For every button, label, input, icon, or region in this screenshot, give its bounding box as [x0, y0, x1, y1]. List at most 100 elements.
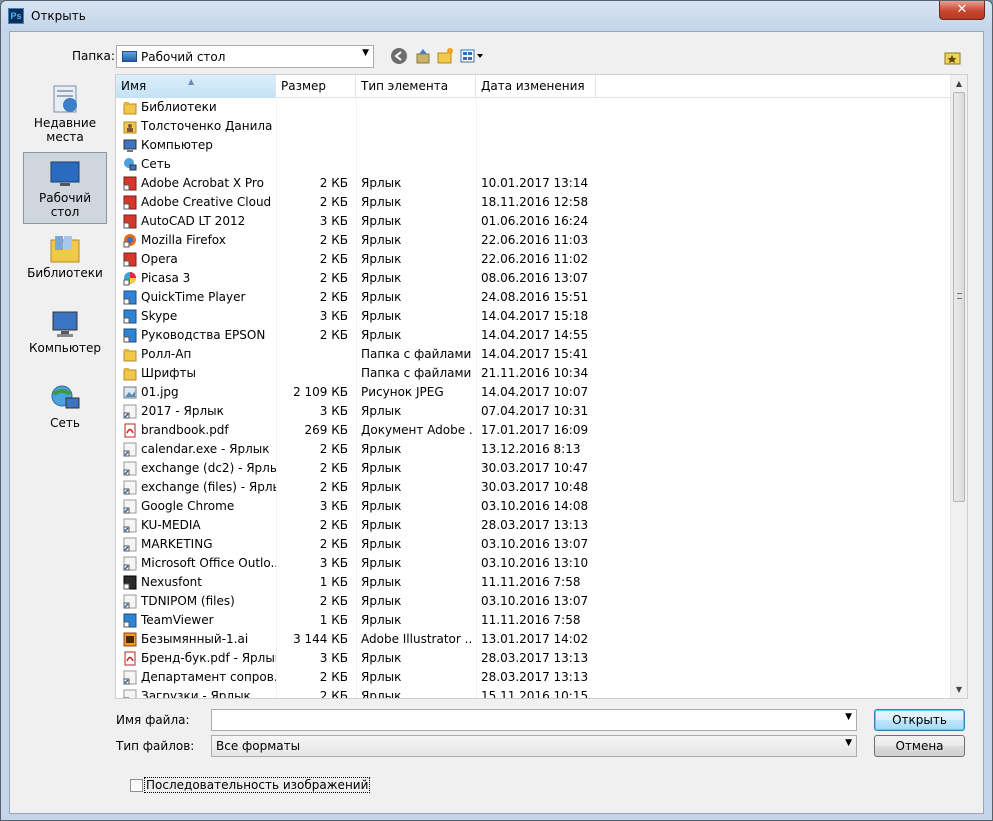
file-row[interactable]: Skype 3 КБ Ярлык 14.04.2017 15:18	[116, 307, 951, 326]
place-recent[interactable]: Недавние места	[23, 78, 107, 150]
file-name: Департамент сопров...	[141, 670, 276, 684]
shortcut-file-icon	[123, 670, 137, 685]
open-button[interactable]: Открыть	[874, 709, 965, 731]
scroll-down-icon[interactable]: ▼	[951, 681, 967, 698]
column-header-size[interactable]: Размер	[276, 75, 356, 98]
sequence-checkbox-label[interactable]: Последовательность изображений	[144, 777, 371, 793]
file-row[interactable]: exchange (files) - Ярлык 2 КБ Ярлык 30.03.2…	[116, 478, 951, 497]
file-row[interactable]: Nexusfont 1 КБ Ярлык 11.11.2016 7:58	[116, 573, 951, 592]
file-row[interactable]: 2017 - Ярлык 3 КБ Ярлык 07.04.2017 10:31	[116, 402, 951, 421]
file-name: 01.jpg	[141, 385, 179, 399]
file-date: 11.11.2016 7:58	[481, 575, 581, 589]
file-date: 30.03.2017 10:47	[481, 461, 589, 475]
file-row[interactable]: Adobe Acrobat X Pro 2 КБ Ярлык 10.01.2017 1…	[116, 174, 951, 193]
file-row[interactable]: Opera 2 КБ Ярлык 22.06.2016 11:02	[116, 250, 951, 269]
file-row[interactable]: Ролл-Ап Папка с файлами 14.04.2017 15:41	[116, 345, 951, 364]
file-size: 3 КБ	[319, 556, 348, 570]
file-date: 28.03.2017 13:13	[481, 670, 589, 684]
column-header-date[interactable]: Дата изменения	[476, 75, 596, 98]
place-network[interactable]: Сеть	[23, 378, 107, 450]
file-list[interactable]: ▲ Имя Размер Тип элемента Дата изменения…	[115, 74, 968, 699]
filetype-select[interactable]: Все форматы ▼	[211, 735, 857, 757]
file-row[interactable]: Руководства EPSON 2 КБ Ярлык 14.04.2017 14:…	[116, 326, 951, 345]
folder-value: Рабочий стол	[141, 50, 226, 64]
cancel-button[interactable]: Отмена	[874, 735, 965, 757]
file-row[interactable]: exchange (dc2) - Ярлык 2 КБ Ярлык 30.03.201…	[116, 459, 951, 478]
file-row[interactable]: Безымянный-1.ai 3 144 КБ Adobe Illustrator…	[116, 630, 951, 649]
libraries-icon	[48, 234, 82, 264]
chevron-down-icon: ▼	[845, 738, 852, 748]
folder-file-icon	[123, 366, 137, 381]
up-folder-icon[interactable]	[414, 47, 432, 65]
file-row[interactable]: Mozilla Firefox 2 КБ Ярлык 22.06.2016 11:03	[116, 231, 951, 250]
file-row[interactable]: 01.jpg 2 109 КБ Рисунок JPEG 14.04.2017 10:…	[116, 383, 951, 402]
blue-file-icon	[123, 290, 137, 305]
blue-file-icon	[123, 613, 137, 628]
file-row[interactable]: AutoCAD LT 2012 3 КБ Ярлык 01.06.2016 16:24	[116, 212, 951, 231]
file-row[interactable]: brandbook.pdf 269 КБ Документ Adobe ... 17.…	[116, 421, 951, 440]
file-size: 2 КБ	[319, 176, 348, 190]
file-name: Picasa 3	[141, 271, 191, 285]
desktop-icon	[48, 159, 82, 189]
file-name: Безымянный-1.ai	[141, 632, 249, 646]
vertical-scrollbar[interactable]: ▲ ▼	[950, 75, 967, 698]
file-name: Microsoft Office Outlo...	[141, 556, 276, 570]
multi-file-icon	[123, 271, 137, 286]
sequence-checkbox[interactable]	[130, 779, 143, 792]
file-name: Руководства EPSON	[141, 328, 266, 342]
file-name: exchange (files) - Ярлык	[141, 480, 276, 494]
file-date: 14.04.2017 15:18	[481, 309, 589, 323]
filename-combobox[interactable]: ▼	[211, 709, 857, 731]
file-row[interactable]: Picasa 3 2 КБ Ярлык 08.06.2016 13:07	[116, 269, 951, 288]
user-file-icon	[123, 119, 137, 134]
scroll-thumb[interactable]	[953, 92, 965, 502]
file-type: Ярлык	[361, 461, 402, 475]
desktop-icon	[122, 51, 137, 62]
file-row[interactable]: TeamViewer 1 КБ Ярлык 11.11.2016 7:58	[116, 611, 951, 630]
file-size: 2 КБ	[319, 518, 348, 532]
file-row[interactable]: Департамент сопров... 2 КБ Ярлык 28.03.2017…	[116, 668, 951, 687]
file-row[interactable]: Компьютер	[116, 136, 951, 155]
file-size: 3 КБ	[319, 404, 348, 418]
file-row[interactable]: Шрифты Папка с файлами 21.11.2016 10:34	[116, 364, 951, 383]
file-row[interactable]: Сеть	[116, 155, 951, 174]
column-header-row: ▲ Имя Размер Тип элемента Дата изменения	[116, 75, 951, 98]
file-row[interactable]: calendar.exe - Ярлык 2 КБ Ярлык 13.12.2016 …	[116, 440, 951, 459]
file-name: TeamViewer	[141, 613, 214, 627]
chevron-down-icon: ▼	[845, 712, 852, 722]
scroll-up-icon[interactable]: ▲	[951, 75, 967, 92]
title-bar[interactable]: Ps Открыть ✕	[1, 1, 992, 31]
file-type: Ярлык	[361, 442, 402, 456]
column-header-type[interactable]: Тип элемента	[356, 75, 476, 98]
file-row[interactable]: KU-MEDIA 2 КБ Ярлык 28.03.2017 13:13	[116, 516, 951, 535]
file-size: 2 КБ	[319, 195, 348, 209]
file-name: AutoCAD LT 2012	[141, 214, 246, 228]
new-folder-icon[interactable]	[436, 47, 454, 65]
file-rows: Библиотеки Толсточенко Данила ... Компьюте…	[116, 98, 951, 698]
file-name: QuickTime Player	[141, 290, 246, 304]
back-arrow-icon[interactable]	[390, 47, 408, 65]
file-row[interactable]: MARKETING 2 КБ Ярлык 03.10.2016 13:07	[116, 535, 951, 554]
file-row[interactable]: TDNIPOM (files) 2 КБ Ярлык 03.10.2016 13:07	[116, 592, 951, 611]
place-desktop[interactable]: Рабочий стол	[23, 152, 107, 224]
place-computer[interactable]: Компьютер	[23, 303, 107, 375]
close-button[interactable]: ✕	[939, 1, 985, 20]
file-row[interactable]: Microsoft Office Outlo... 3 КБ Ярлык 03.10.…	[116, 554, 951, 573]
file-row[interactable]: Бренд-бук.pdf - Ярлык 3 КБ Ярлык 28.03.2017…	[116, 649, 951, 668]
file-row[interactable]: Загрузки - Ярлык 2 КБ Ярлык 15.11.2016 10:1…	[116, 687, 951, 698]
file-type: Ярлык	[361, 594, 402, 608]
place-libraries[interactable]: Библиотеки	[23, 228, 107, 300]
file-row[interactable]: Google Chrome 3 КБ Ярлык 03.10.2016 14:08	[116, 497, 951, 516]
column-header-name[interactable]: ▲ Имя	[116, 75, 276, 98]
favorites-folder-icon[interactable]	[944, 49, 962, 67]
folder-combobox[interactable]: Рабочий стол ▼	[116, 45, 374, 68]
file-row[interactable]: Библиотеки	[116, 98, 951, 117]
place-label-network: Сеть	[50, 416, 80, 430]
file-row[interactable]: Толсточенко Данила ...	[116, 117, 951, 136]
filetype-label: Тип файлов:	[116, 739, 195, 753]
blue-file-icon	[123, 309, 137, 324]
file-row[interactable]: QuickTime Player 2 КБ Ярлык 24.08.2016 15:5…	[116, 288, 951, 307]
view-menu-icon[interactable]	[460, 47, 486, 65]
file-name: Skype	[141, 309, 178, 323]
file-row[interactable]: Adobe Creative Cloud 2 КБ Ярлык 18.11.2016 …	[116, 193, 951, 212]
